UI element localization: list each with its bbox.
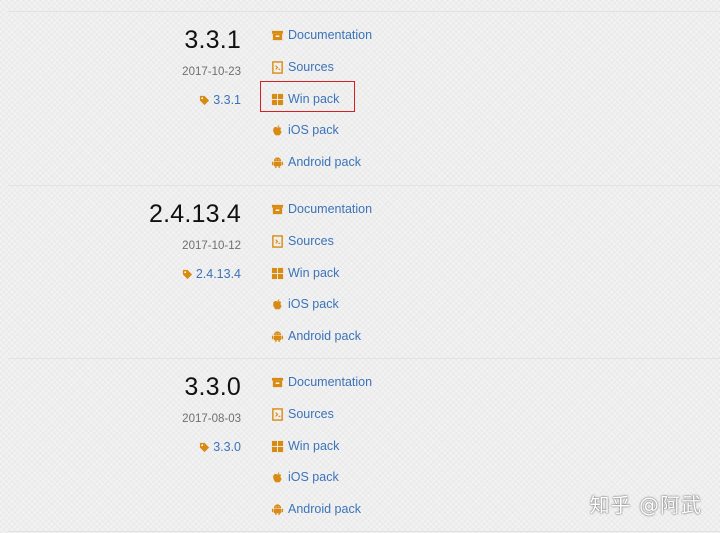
release-date: 2017-08-03 [182, 413, 241, 425]
win-pack-highlight-box [260, 81, 355, 112]
release-entry: 3.3.1 2017-10-23 3.3.1 Documentation Sou… [0, 12, 720, 185]
android-pack-link-label: Android pack [288, 502, 361, 516]
tag-icon [200, 442, 210, 452]
sources-link-label: Sources [288, 407, 334, 421]
sources-link-label: Sources [288, 60, 334, 74]
ios-pack-link[interactable]: iOS pack [271, 470, 339, 484]
sources-link[interactable]: Sources [271, 407, 334, 421]
release-tag-label: 2.4.13.4 [195, 267, 241, 281]
sources-link[interactable]: Sources [271, 60, 334, 74]
documentation-link[interactable]: Documentation [271, 28, 372, 42]
documentation-link-label: Documentation [288, 202, 373, 216]
documentation-link-label: Documentation [288, 375, 373, 389]
android-icon [271, 330, 284, 342]
archive-icon [271, 30, 284, 40]
release-tag-link[interactable]: 3.3.1 [199, 93, 241, 107]
watermark: 知乎 @阿武 [589, 493, 702, 517]
win-pack-link-label: Win pack [288, 266, 340, 280]
ios-pack-link-label: iOS pack [288, 297, 339, 311]
sources-link[interactable]: Sources [271, 234, 334, 248]
sources-link-label: Sources [288, 234, 334, 248]
win-pack-link[interactable]: Win pack [271, 266, 339, 280]
android-icon [271, 503, 284, 515]
release-version: 3.3.1 [184, 26, 241, 54]
apple-icon [273, 471, 282, 482]
android-pack-link[interactable]: Android pack [271, 329, 361, 343]
release-version: 3.3.0 [184, 373, 241, 401]
source-file-icon [272, 234, 283, 248]
android-pack-link[interactable]: Android pack [271, 502, 361, 516]
documentation-link[interactable]: Documentation [271, 375, 372, 389]
ios-pack-link[interactable]: iOS pack [271, 297, 339, 311]
win-pack-link-label: Win pack [288, 439, 340, 453]
release-date: 2017-10-12 [182, 240, 241, 252]
windows-icon [271, 267, 284, 279]
apple-icon [273, 298, 282, 309]
documentation-link[interactable]: Documentation [271, 202, 372, 216]
apple-icon [273, 124, 282, 135]
release-tag-label: 3.3.1 [213, 93, 241, 107]
win-pack-link[interactable]: Win pack [271, 439, 339, 453]
tag-icon [200, 95, 210, 105]
android-pack-link-label: Android pack [288, 155, 361, 169]
tag-icon [182, 269, 192, 279]
documentation-link-label: Documentation [288, 28, 373, 42]
archive-icon [271, 204, 284, 214]
ios-pack-link-label: iOS pack [288, 123, 339, 137]
source-file-icon [272, 60, 283, 74]
android-pack-link-label: Android pack [288, 329, 361, 343]
release-tag-link[interactable]: 2.4.13.4 [182, 267, 241, 281]
source-file-icon [272, 407, 283, 421]
ios-pack-link-label: iOS pack [288, 470, 339, 484]
release-date: 2017-10-23 [182, 66, 241, 78]
ios-pack-link[interactable]: iOS pack [271, 123, 339, 137]
release-tag-label: 3.3.0 [213, 440, 241, 454]
archive-icon [271, 377, 284, 387]
windows-icon [271, 440, 284, 452]
release-tag-link[interactable]: 3.3.0 [199, 440, 241, 454]
release-version: 2.4.13.4 [149, 200, 241, 228]
release-entry: 2.4.13.4 2017-10-12 2.4.13.4 Documentati… [0, 186, 720, 359]
android-icon [271, 156, 284, 168]
android-pack-link[interactable]: Android pack [271, 155, 361, 169]
